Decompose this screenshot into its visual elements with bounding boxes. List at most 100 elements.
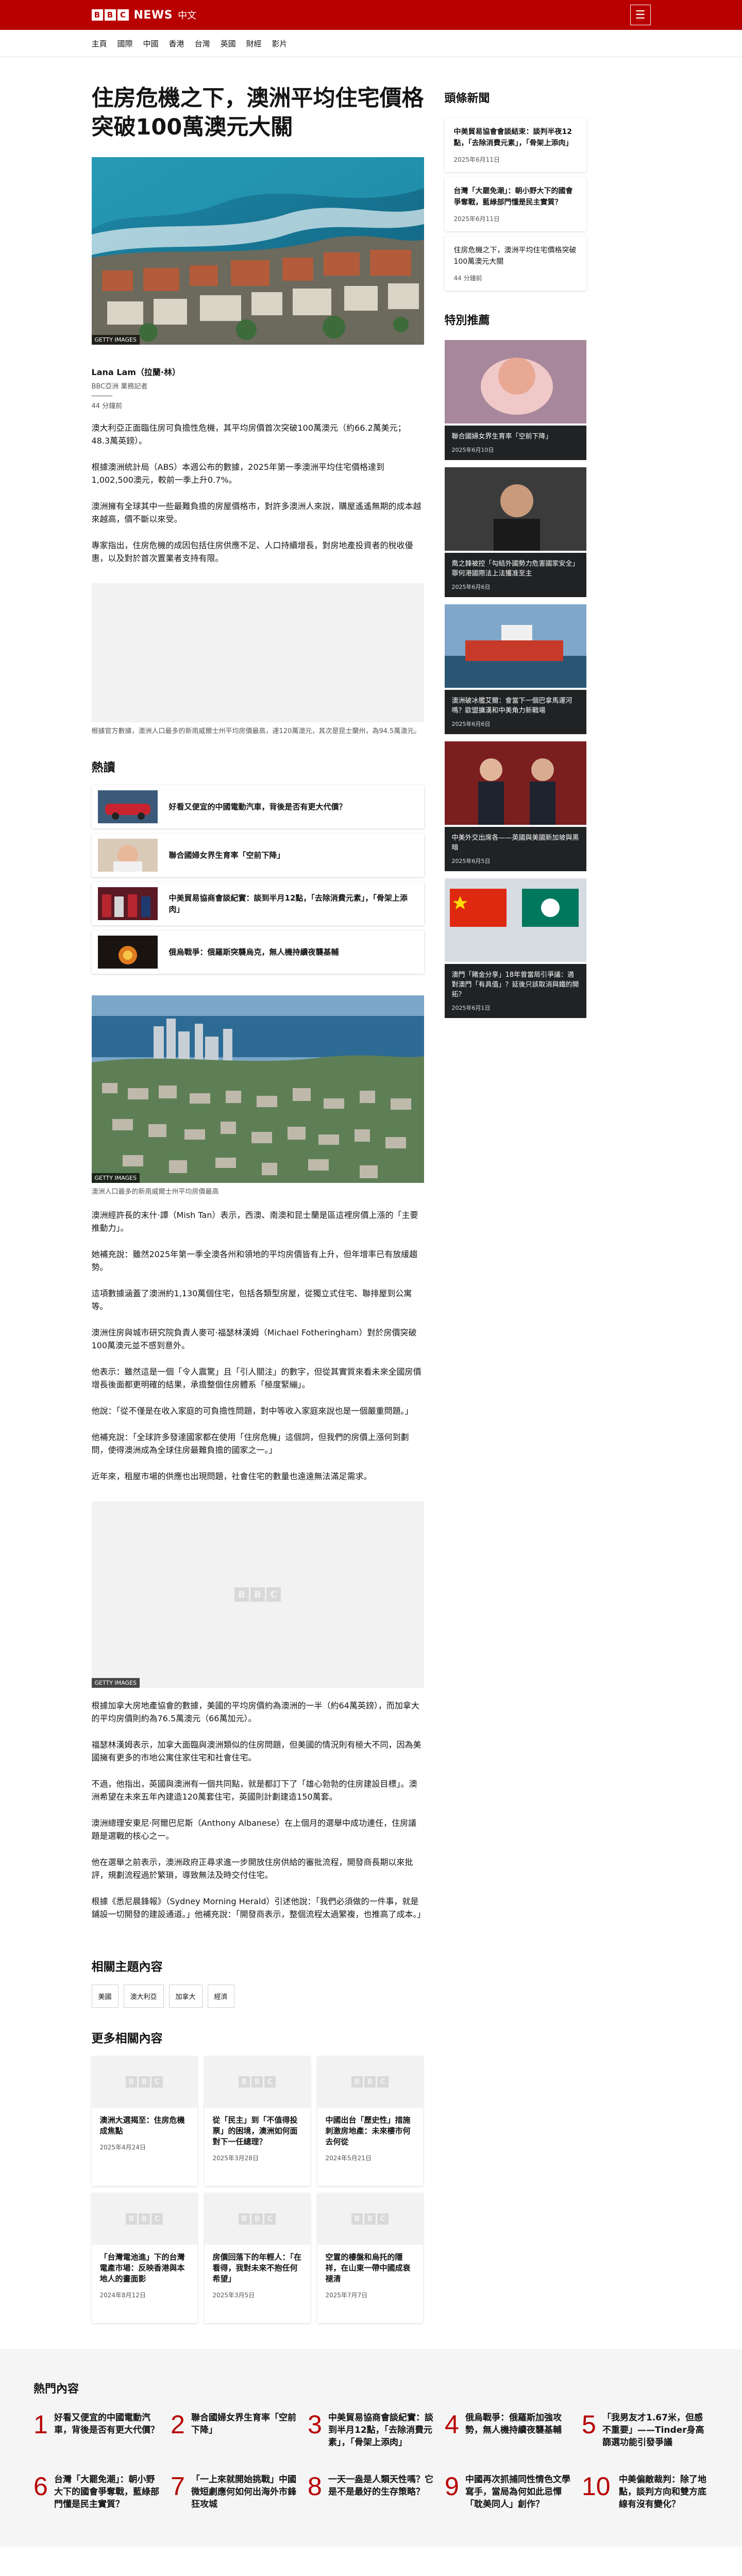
nav-item-international[interactable]: 國際 xyxy=(117,38,133,49)
logo-letter: B xyxy=(104,9,116,21)
inline-image-placeholder: 根據官方數據，澳洲人口最多的新南威爾士州平均房價最高，達120萬澳元，其次是昆士… xyxy=(91,583,424,737)
image-credit: GETTY IMAGES xyxy=(91,1678,140,1688)
hot-read-item[interactable]: 中美貿易協商會談紀實：談到半月12點，「去除消費元素」，「骨架上添肉」 xyxy=(91,882,424,925)
popular-item[interactable]: 4 俄烏戰爭：俄羅斯加強攻勢，無人機持續夜襲基輔 xyxy=(445,2412,571,2449)
paragraph: 這項數據涵蓋了澳洲約1,130萬個住宅，包括各類型房屋，從獨立式住宅、聯排屋到公… xyxy=(91,1289,412,1311)
paragraph: 澳洲經許長的末什·譚（Mish Tan）表示，西澳、南澳和昆士蘭是區這裡房價上漲… xyxy=(91,1210,418,1233)
featured-story-card[interactable]: 聯合國婦女界生育率「空前下降」 2025年6月10日 xyxy=(444,340,586,460)
hot-read-title: 俄烏戰爭：俄羅斯突襲烏克，無人機持續夜襲基輔 xyxy=(168,947,339,957)
popular-item[interactable]: 6 台灣「大罷免潮」：朝小野大下的國會爭奪戰，藍綠部門懂是民主實質？ xyxy=(33,2473,160,2511)
image-credit: GETTY IMAGES xyxy=(91,335,140,345)
bbc-news-logo[interactable]: B B C NEWS 中文 xyxy=(91,8,197,22)
story-image-placeholder: BBC xyxy=(317,2056,423,2108)
related-topics-heading: 相關主題內容 xyxy=(91,1960,163,1974)
nav-item-taiwan[interactable]: 台灣 xyxy=(195,38,210,49)
featured-story-card[interactable]: 中美外交出席各——英國與美國新加坡與黑暗 2025年6月5日 xyxy=(444,741,586,871)
paragraph: 她補充說：雖然2025年第一季全澳各州和領地的平均房價皆有上升，但年增率已有放緩… xyxy=(91,1249,418,1272)
hot-read-item[interactable]: 俄烏戰爭：俄羅斯突襲烏克，無人機持續夜襲基輔 xyxy=(91,930,424,974)
related-story-card[interactable]: BBC 中國出台「歷史性」措施刺激房地產：未來樓市何去何從 2024年5月21日 xyxy=(317,2056,423,2186)
paragraph: 澳洲住房與城市研究院負責人麥可·福瑟林漢姆（Michael Fotheringh… xyxy=(91,1328,417,1350)
story-title: 中國出台「歷史性」措施刺激房地產：未來樓市何去何從 xyxy=(325,2115,411,2146)
popular-item[interactable]: 7 「一上來就開始挑戰」中國微短劇應何如何出海外市鋒狂攻城 xyxy=(171,2473,297,2511)
popular-item[interactable]: 8 一天一盎是人類天性嗎？它是不是最好的生存策略？ xyxy=(308,2473,434,2511)
featured-story-card[interactable]: 喬之鋒被控「勾結外國勢力危害國家安全」罪何港國際法上法獲准至主 2025年6月6日 xyxy=(444,467,586,597)
related-story-card[interactable]: BBC 從「民主」到「不值得投票」的困境，澳洲如何面對下一任總理？ 2025年3月… xyxy=(204,2056,310,2186)
article-body-part-1: 澳大利亞正面臨住房可負擔性危機，其平均房價首次突破100萬澳元（約66.2萬美元… xyxy=(92,421,424,565)
popular-title: 好看又便宜的中國電動汽車，背後是否有更大代價？ xyxy=(54,2413,159,2435)
popular-item[interactable]: 2 聯合國婦女界生育率「空前下降」 xyxy=(171,2412,297,2449)
nav-item-video[interactable]: 影片 xyxy=(272,38,288,49)
related-story-card[interactable]: BBC 空置的樓盤和烏托的隱祥，在山東一帶中國成衰褪清 2025年7月7日 xyxy=(317,2193,423,2323)
menu-button[interactable]: ☰ xyxy=(630,5,651,25)
featured-story-date: 2025年6月1日 xyxy=(451,1005,491,1011)
page-bottom-spacer xyxy=(0,2547,742,2567)
hamburger-menu-icon: ☰ xyxy=(635,8,646,22)
story-title: 從「民主」到「不值得投票」的困境，澳洲如何面對下一任總理？ xyxy=(212,2115,298,2146)
brand-news-text: NEWS xyxy=(133,8,173,22)
top-story-date: 2025年6月11日 xyxy=(453,215,500,223)
top-story-card[interactable]: 中美貿易協會會談結束：談判半夜12點，「去除消費元素」，「骨架上添肉」 2025… xyxy=(444,118,586,172)
topic-tag[interactable]: 經濟 xyxy=(207,1985,234,2008)
bbc-watermark-icon: BBC xyxy=(351,2213,389,2225)
paragraph: 他說：「從不僅是在收入家庭的可負擔性問題，對中等收入家庭來說也是一個嚴重問題。」 xyxy=(91,1406,413,1416)
popular-title: 聯合國婦女界生育率「空前下降」 xyxy=(191,2413,296,2435)
hot-read-item[interactable]: 聯合國婦女界生育率「空前下降」 xyxy=(91,834,424,877)
paragraph: 不過，他指出，英國與澳洲有一個共同點，就是都訂下了「雄心勃勃的住房建設目標」。澳… xyxy=(91,1779,417,1802)
image-caption: 根據官方數據，澳洲人口最多的新南威爾士州平均房價最高，達120萬澳元，其次是昆士… xyxy=(91,727,421,735)
related-story-card[interactable]: BBC 澳洲大選揭至：住房危機成焦點 2025年4月24日 xyxy=(91,2056,197,2186)
popular-title: 中美貿易協商會談紀實：談到半月12點，「去除消費元素」，「骨架上添肉」 xyxy=(328,2413,433,2448)
top-story-date: 44 分鐘前 xyxy=(453,275,482,282)
rank-number: 9 xyxy=(445,2472,459,2501)
logo-letter: C xyxy=(117,9,129,21)
popular-item[interactable]: 3 中美貿易協商會談紀實：談到半月12點，「去除消費元素」，「骨架上添肉」 xyxy=(308,2412,434,2449)
newborn-baby-image xyxy=(444,340,586,423)
rank-number: 5 xyxy=(582,2410,596,2439)
nav-item-hongkong[interactable]: 香港 xyxy=(169,38,184,49)
topic-tag[interactable]: 美國 xyxy=(91,1985,119,2008)
rank-number: 8 xyxy=(308,2472,322,2501)
paragraph: 澳洲總理安東尼·阿爾巴尼斯（Anthony Albanese）在上個月的選舉中成… xyxy=(91,1818,417,1841)
popular-item[interactable]: 10 中美偏敵裁判：除了地點，談判方向和雙方底線有沒有變化？ xyxy=(582,2473,709,2511)
bbc-watermark-icon: BBC xyxy=(239,2213,276,2225)
nav-item-china[interactable]: 中國 xyxy=(143,38,159,49)
featured-story-date: 2025年6月6日 xyxy=(451,584,491,590)
topic-tag[interactable]: 澳大利亞 xyxy=(123,1985,164,2008)
popular-item[interactable]: 5 「我男友才1.67米，但感不重要」——Tinder身高篩選功能引發爭議 xyxy=(582,2412,709,2449)
top-story-card[interactable]: 台灣「大罷免潮」：朝小野大下的國會爭奪戰，藍綠部門懂是民主實質？ 2025年6月… xyxy=(444,177,586,231)
bbc-watermark-icon: BBC xyxy=(234,1587,281,1602)
popular-item[interactable]: 1 好看又便宜的中國電動汽車，背後是否有更大代價？ xyxy=(33,2412,160,2449)
publish-time: 44 分鐘前 xyxy=(91,402,123,410)
author-name: Lana Lam（拉蘭·林） xyxy=(91,367,181,377)
hero-image: GETTY IMAGES xyxy=(91,157,424,345)
image-placeholder-box xyxy=(91,583,424,722)
inline-image-placeholder: BBC GETTY IMAGES xyxy=(91,1501,424,1688)
most-popular-list: 1 好看又便宜的中國電動汽車，背後是否有更大代價？ 2 聯合國婦女界生育率「空前下降… xyxy=(33,2412,709,2511)
brand-lang-text: 中文 xyxy=(178,10,197,21)
top-story-title: 中美貿易協會會談結束：談判半夜12點，「去除消費元素」，「骨架上添肉」 xyxy=(453,128,573,147)
article-main: 住房危機之下，澳洲平均住宅價格突破100萬澳元大關 GETTY IMAGES L… xyxy=(91,84,426,2323)
featured-story-card[interactable]: 澳門「賭金分享」18年曾當局引爭議：適對澳門「有具值」？延後只該取消與鐵的開拓？… xyxy=(444,878,586,1018)
story-title: 「台灣電池進」下的台灣電產市場：反映香港與本地人的畫面影 xyxy=(99,2252,185,2283)
story-image-placeholder: BBC xyxy=(317,2193,423,2245)
article-title: 住房危機之下，澳洲平均住宅價格突破100萬澳元大關 xyxy=(91,86,424,140)
topic-tag[interactable]: 加拿大 xyxy=(168,1985,203,2008)
story-title: 空置的樓盤和烏托的隱祥，在山東一帶中國成衰褪清 xyxy=(325,2252,411,2283)
story-image-placeholder: BBC xyxy=(204,2193,310,2245)
featured-story-card[interactable]: 澳洲破冰艦艾爾：會當下一個巴拿馬運河嗎？歐盟擴漢和中美角力新戰場 2025年6月6… xyxy=(444,604,586,734)
image-caption: 澳洲人口最多的新南威爾士州平均房價最高 xyxy=(91,1188,219,1196)
rank-number: 3 xyxy=(308,2410,322,2439)
paragraph: 他表示：雖然這是一個「令人震驚」且「引人關注」的數字，但從其實質來看未來全國房價… xyxy=(91,1367,421,1389)
logo-letter: B xyxy=(91,9,103,21)
related-story-card[interactable]: BBC 「台灣電池進」下的台灣電產市場：反映香港與本地人的畫面影 2024年8月1… xyxy=(91,2193,197,2323)
related-story-card[interactable]: BBC 房價回落下的年輕人：「在看得，我對未來不抱任何希望」 2025年3月5日 xyxy=(204,2193,310,2323)
top-story-card[interactable]: 住房危機之下，澳洲平均住宅價格突破100萬澳元大關 44 分鐘前 xyxy=(444,236,586,291)
paragraph: 近年來，租屋市場的供應也出現問題，社會住宅的數量也遠遠無法滿足需求。 xyxy=(91,1471,372,1481)
nav-item-home[interactable]: 主頁 xyxy=(92,38,107,49)
bbc-logo-blocks: B B C xyxy=(91,9,129,21)
popular-item[interactable]: 9 中國再次抓捕同性情色文學寫手，當局為何如此忌憚「耽美同人」創作？ xyxy=(445,2473,571,2511)
featured-story-title: 聯合國婦女界生育率「空前下降」 xyxy=(451,433,552,440)
rank-number: 4 xyxy=(445,2410,459,2439)
nav-item-uk[interactable]: 英國 xyxy=(221,38,236,49)
hot-read-item[interactable]: 好看又便宜的中國電動汽車，背後是否有更大代價？ xyxy=(91,785,424,828)
nav-item-finance[interactable]: 財經 xyxy=(246,38,262,49)
